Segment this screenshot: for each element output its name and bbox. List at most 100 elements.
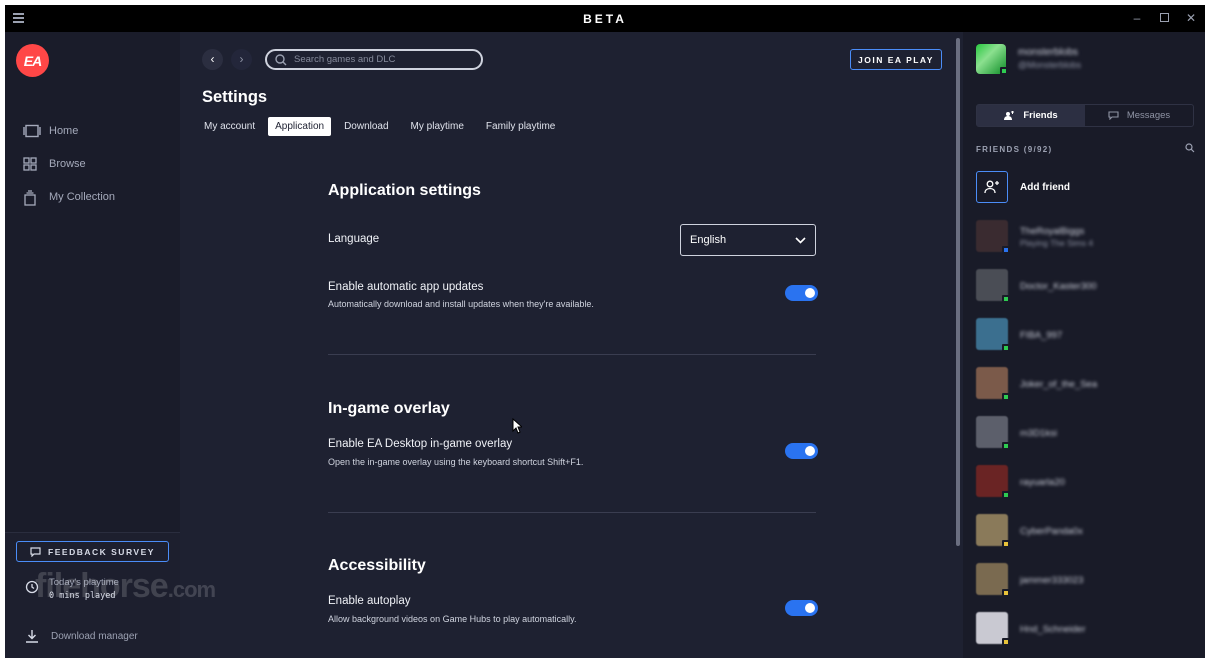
- nav-my-collection-label: My Collection: [49, 191, 116, 203]
- close-icon[interactable]: ✕: [1183, 10, 1199, 26]
- nav-home-label: Home: [49, 125, 79, 137]
- feedback-survey-label: FEEDBACK SURVEY: [48, 546, 155, 557]
- friend-list-item[interactable]: FIBA_997: [976, 318, 1196, 354]
- status-icon: [1002, 393, 1010, 401]
- friend-name: CyberPanda0x: [1020, 526, 1083, 537]
- message-icon: [1108, 111, 1119, 120]
- autoplay-description: Allow background videos on Game Hubs to …: [328, 614, 577, 624]
- friend-list-item[interactable]: Joker_of_the_Sea: [976, 367, 1196, 403]
- forward-button[interactable]: ›: [231, 49, 252, 70]
- profile-name[interactable]: monsterblobs: [1018, 47, 1078, 58]
- download-manager-label: Download manager: [51, 630, 138, 642]
- friend-list-item[interactable]: Doctor_Kaster300: [976, 269, 1196, 305]
- home-icon: [23, 124, 41, 138]
- status-icon: [1002, 442, 1010, 450]
- search-icon: [275, 53, 287, 65]
- tab-application[interactable]: Application: [268, 117, 332, 136]
- friends-count-header: FRIENDS (9/92): [976, 145, 1053, 154]
- friend-name: m3D1ksi: [1020, 428, 1057, 439]
- app-window: BETA – ✕ EA Home Browse My Collection FE…: [5, 5, 1205, 658]
- left-navigation: EA Home Browse My Collection FEEDBACK SU…: [5, 32, 180, 658]
- status-icon: [1002, 589, 1010, 597]
- friend-name: Joker_of_the_Sea: [1020, 379, 1098, 390]
- feedback-survey-button[interactable]: FEEDBACK SURVEY: [16, 541, 169, 562]
- nav-browse[interactable]: Browse: [23, 157, 86, 171]
- page-title: Settings: [202, 88, 268, 106]
- divider: [328, 354, 816, 355]
- online-status-icon: [1000, 67, 1008, 75]
- autoplay-label: Enable autoplay: [328, 595, 411, 607]
- join-ea-play-button[interactable]: JOIN EA PLAY: [850, 49, 942, 70]
- watermark-brand: filehorse: [35, 567, 169, 605]
- friend-list-item[interactable]: m3D1ksi: [976, 416, 1196, 452]
- tab-my-account[interactable]: My account: [197, 117, 262, 136]
- language-select[interactable]: English: [680, 224, 816, 256]
- status-icon: [1002, 246, 1010, 254]
- tab-friends-label: Friends: [1023, 110, 1058, 121]
- search-bar: [265, 49, 483, 70]
- settings-tabs: My account Application Download My playt…: [197, 117, 562, 136]
- main-scrollbar[interactable]: [956, 38, 960, 546]
- profile-handle: @Monsterblobs: [1018, 60, 1082, 70]
- grid-icon: [23, 157, 39, 171]
- tab-family-playtime[interactable]: Family playtime: [479, 117, 562, 136]
- tab-friends[interactable]: Friends: [977, 105, 1085, 126]
- overlay-toggle[interactable]: [785, 443, 818, 459]
- minimize-icon[interactable]: –: [1129, 10, 1145, 26]
- window-title: BETA: [583, 12, 627, 26]
- friend-list-item[interactable]: Hnd_Schneider: [976, 612, 1196, 648]
- tab-my-playtime[interactable]: My playtime: [404, 117, 471, 136]
- friend-name: rayuarla20: [1020, 477, 1065, 488]
- overlay-label: Enable EA Desktop in-game overlay: [328, 438, 513, 450]
- chat-icon: [30, 546, 41, 557]
- friend-status: Playing The Sims 4: [1020, 238, 1094, 248]
- social-tabs: Friends Messages: [976, 104, 1194, 127]
- search-input[interactable]: [294, 54, 464, 65]
- watermark: filehorse.com: [35, 567, 216, 606]
- tab-messages[interactable]: Messages: [1085, 105, 1193, 126]
- tab-messages-label: Messages: [1126, 110, 1171, 121]
- maximize-icon[interactable]: [1156, 10, 1172, 26]
- nav-browse-label: Browse: [49, 158, 86, 170]
- back-button[interactable]: ‹: [202, 49, 223, 70]
- section-title-accessibility: Accessibility: [328, 557, 426, 574]
- auto-update-description: Automatically download and install updat…: [328, 299, 594, 309]
- add-friend-button[interactable]: Add friend: [976, 171, 1070, 203]
- add-friend-label: Add friend: [1020, 181, 1070, 193]
- mouse-cursor-icon: [512, 418, 522, 434]
- download-manager-button[interactable]: Download manager: [25, 629, 138, 643]
- divider: [328, 512, 816, 513]
- ea-logo[interactable]: EA: [16, 44, 49, 77]
- overlay-description: Open the in-game overlay using the keybo…: [328, 457, 584, 467]
- auto-update-label: Enable automatic app updates: [328, 281, 484, 293]
- section-title-application: Application settings: [328, 182, 481, 199]
- friend-name: Hnd_Schneider: [1020, 624, 1086, 635]
- language-label: Language: [328, 233, 380, 245]
- main-content: ‹ › JOIN EA PLAY Settings My account App…: [180, 32, 963, 658]
- autoplay-toggle[interactable]: [785, 600, 818, 616]
- friend-name: TheRoyalBiggs: [1020, 226, 1085, 237]
- status-icon: [1002, 344, 1010, 352]
- friend-list-item[interactable]: TheRoyalBiggs Playing The Sims 4: [976, 220, 1196, 256]
- status-icon: [1002, 295, 1010, 303]
- friend-list-item[interactable]: jammer333023: [976, 563, 1196, 599]
- tab-download[interactable]: Download: [337, 117, 395, 136]
- friend-name: jammer333023: [1020, 575, 1084, 586]
- status-icon: [1002, 638, 1010, 646]
- friends-icon: [1004, 111, 1015, 120]
- section-title-overlay: In-game overlay: [328, 400, 450, 417]
- nav-home[interactable]: Home: [23, 124, 78, 138]
- auto-update-toggle[interactable]: [785, 285, 818, 301]
- status-icon: [1002, 540, 1010, 548]
- collection-icon: [23, 190, 39, 206]
- friend-list-item[interactable]: rayuarla20: [976, 465, 1196, 501]
- search-icon[interactable]: [1185, 143, 1195, 153]
- add-user-icon: [976, 171, 1008, 203]
- friend-list-item[interactable]: CyberPanda0x: [976, 514, 1196, 550]
- language-value: English: [690, 234, 727, 246]
- download-icon: [26, 630, 38, 643]
- social-panel: monsterblobs @Monsterblobs Friends Messa…: [963, 32, 1205, 658]
- friend-name: Doctor_Kaster300: [1020, 281, 1097, 292]
- nav-my-collection[interactable]: My Collection: [23, 190, 116, 206]
- chevron-down-icon: [795, 236, 806, 244]
